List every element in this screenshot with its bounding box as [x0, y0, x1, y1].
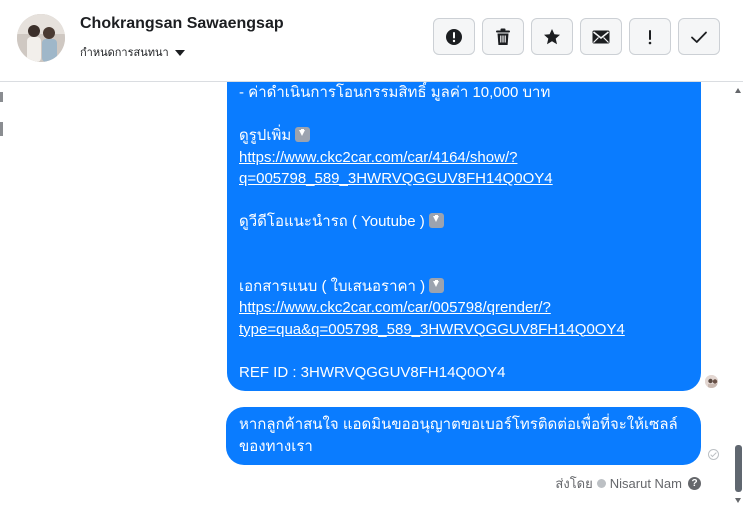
left-edge-mark [0, 122, 3, 136]
message-line: https://www.ckc2car.com/car/005798/qrend… [239, 297, 689, 319]
follow-up-button[interactable] [629, 18, 671, 55]
mark-done-button[interactable] [678, 18, 720, 55]
envelope-icon [592, 30, 610, 43]
message-line: เอกสารแนบ ( ใบเสนอราคา ) [239, 276, 689, 298]
car-show-link-cont[interactable]: q=005798_589_3HWRVQGGUV8FH14Q0OY4 [239, 170, 553, 187]
more-pics-label: ดูรูปเพิ่ม [239, 127, 292, 144]
quotation-link[interactable]: https://www.ckc2car.com/car/005798/qrend… [239, 299, 551, 316]
seen-avatar-photo [705, 375, 718, 388]
line-spacer [239, 190, 689, 212]
message-line: หากลูกค้าสนใจ แอดมินขออนุญาตขอเบอร์โทรติ… [239, 416, 678, 433]
header-toolbar [433, 18, 720, 55]
sent-by-label: ส่งโดย [555, 476, 593, 491]
message-bubble-request-phone[interactable]: หากลูกค้าสนใจ แอดมินขออนุญาตขอเบอร์โทรติ… [226, 407, 701, 465]
sent-by-row: ส่งโดย Nisarut Nam ? [555, 473, 701, 494]
sender-name[interactable]: Nisarut Nam [610, 476, 682, 491]
line-spacer [239, 340, 689, 362]
line-spacer [239, 104, 689, 126]
line-spacer [239, 233, 689, 255]
car-show-link[interactable]: https://www.ckc2car.com/car/4164/show/? [239, 149, 517, 166]
conversation-header: Chokrangsan Sawaengsap กำหนดการสนทนา [0, 0, 743, 82]
message-thread: - ค่าดำเนินการโอนกรรมสิทธิ์ มูลค่า 10,00… [0, 82, 743, 508]
contact-name[interactable]: Chokrangsan Sawaengsap [80, 15, 284, 33]
quotation-link-cont[interactable]: type=qua&q=005798_589_3HWRVQGGUV8FH14Q0O… [239, 321, 625, 338]
check-icon [691, 31, 707, 43]
contact-avatar[interactable] [17, 14, 65, 62]
avatar-photo [17, 14, 65, 62]
thread-scrollbar[interactable] [734, 82, 743, 508]
star-button[interactable] [531, 18, 573, 55]
attachment-label: เอกสารแนบ ( ใบเสนอราคา ) [239, 277, 426, 295]
scroll-up-arrow-icon[interactable] [735, 88, 741, 93]
scroll-thumb[interactable] [735, 445, 742, 492]
message-line: type=qua&q=005798_589_3HWRVQGGUV8FH14Q0O… [239, 319, 689, 341]
video-label: ดูวีดีโอแนะนำรถ ( Youtube ) [239, 213, 425, 230]
message-line: https://www.ckc2car.com/car/4164/show/? [239, 147, 689, 169]
down-arrow-icon [428, 213, 444, 228]
message-line: ของทางเรา [239, 437, 313, 455]
mark-spam-button[interactable] [433, 18, 475, 55]
trash-icon [496, 28, 510, 45]
down-arrow-icon [295, 127, 311, 142]
alert-circle-icon [446, 28, 462, 45]
left-edge-mark [0, 92, 3, 102]
message-bubble-quote[interactable]: - ค่าดำเนินการโอนกรรมสิทธิ์ มูลค่า 10,00… [227, 82, 701, 391]
down-arrow-icon [429, 277, 445, 293]
assign-conversation-dropdown[interactable]: กำหนดการสนทนา [80, 43, 185, 61]
messenger-app: Chokrangsan Sawaengsap กำหนดการสนทนา - ค… [0, 0, 743, 508]
mark-unread-button[interactable] [580, 18, 622, 55]
message-line: q=005798_589_3HWRVQGGUV8FH14Q0OY4 [239, 168, 689, 190]
message-line: ดูรูปเพิ่ม [239, 125, 689, 147]
star-icon [544, 28, 560, 44]
ref-id-text: REF ID : 3HWRVQGGUV8FH14Q0OY4 [239, 363, 506, 381]
message-line: - ค่าดำเนินการโอนกรรมสิทธิ์ มูลค่า 10,00… [239, 84, 551, 101]
message-line: ดูวีดีโอแนะนำรถ ( Youtube ) [239, 211, 689, 233]
help-icon[interactable]: ? [688, 477, 701, 490]
assign-conversation-label: กำหนดการสนทนา [80, 47, 169, 59]
delete-button[interactable] [482, 18, 524, 55]
seen-avatar [704, 374, 719, 389]
exclamation-icon [648, 29, 652, 44]
sent-check-icon [708, 449, 719, 460]
sender-badge-icon [596, 479, 606, 488]
scroll-down-arrow-icon[interactable] [735, 498, 741, 503]
line-spacer [239, 254, 689, 276]
caret-down-icon [174, 49, 185, 56]
